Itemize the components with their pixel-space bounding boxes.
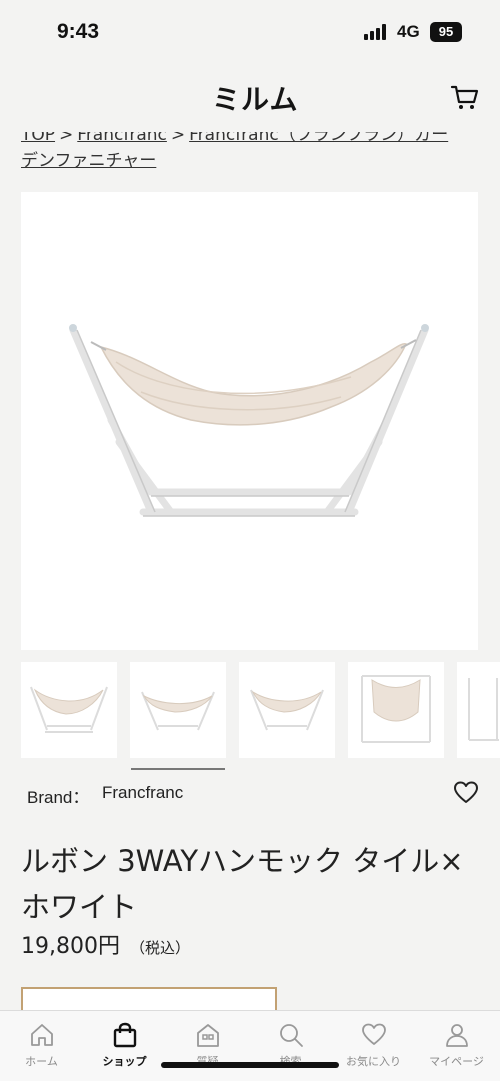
tab-shop-label: ショップ <box>102 1055 147 1068</box>
breadcrumb: TOP > Francfranc > Francfranc（フランフラン）ガー デンファ… <box>21 132 481 182</box>
breadcrumb-francfranc[interactable]: Francfranc <box>77 132 167 145</box>
tab-favorites[interactable]: お気に入り <box>332 1011 415 1081</box>
price-row: 19,800円 （税込） <box>21 928 190 962</box>
tab-search[interactable]: 検索 <box>249 1011 332 1081</box>
product-main-image[interactable] <box>21 192 478 650</box>
battery-indicator: 95 <box>430 22 462 42</box>
app-logo[interactable]: ミルム <box>212 78 298 118</box>
tab-shop[interactable]: ショップ <box>83 1011 166 1081</box>
tab-mypage[interactable]: マイページ <box>415 1011 498 1081</box>
tab-mypage-label: マイページ <box>429 1055 484 1068</box>
heart-icon[interactable] <box>453 780 479 806</box>
tab-home-label: ホーム <box>25 1055 58 1068</box>
tab-favorites-label: お気に入り <box>346 1055 401 1068</box>
hammock-illustration <box>69 324 429 517</box>
brand-row: Brand： Francfranc <box>27 783 477 807</box>
thumbnail-4[interactable] <box>348 662 444 758</box>
tax-label: （税込） <box>129 939 190 957</box>
thumbnail-1[interactable] <box>21 662 117 758</box>
status-bar: 9:43 4G 95 <box>0 0 500 62</box>
heart-icon <box>362 1023 386 1045</box>
home-indicator <box>161 1062 339 1068</box>
tab-home[interactable]: ホーム <box>0 1011 83 1081</box>
thumbnail-strip <box>21 662 500 772</box>
thumbnail-2[interactable] <box>130 662 226 758</box>
thumbnail-3[interactable] <box>239 662 335 758</box>
shopping-bag-icon <box>113 1022 137 1048</box>
breadcrumb-top[interactable]: TOP <box>21 132 55 145</box>
home-icon <box>31 1024 53 1046</box>
breadcrumb-category[interactable]: Francfranc（フランフラン）ガー <box>189 132 448 145</box>
cart-icon[interactable] <box>450 82 480 112</box>
signal-icon <box>364 24 390 40</box>
product-title: ルボン 3WAYハンモック タイル×ホワイト <box>21 844 464 924</box>
tab-qa[interactable]: 質疑 <box>166 1011 249 1081</box>
thumbnail-5[interactable] <box>457 662 500 758</box>
thumbnail-selected-indicator <box>131 768 225 770</box>
user-icon <box>446 1024 468 1047</box>
app-header: ミルム <box>0 62 500 132</box>
product-price: 19,800円 <box>21 934 120 959</box>
brand-name[interactable]: Francfranc <box>102 783 183 803</box>
network-type: 4G <box>397 22 420 41</box>
search-icon <box>280 1024 303 1047</box>
breadcrumb-category-cont[interactable]: デンファニチャー <box>21 151 156 171</box>
status-time: 9:43 <box>57 20 100 43</box>
bottom-tab-bar: ホーム ショップ 質疑 検索 お気に入り マイページ <box>0 1010 500 1081</box>
brand-label: Brand： <box>27 788 90 807</box>
building-icon <box>197 1024 219 1047</box>
